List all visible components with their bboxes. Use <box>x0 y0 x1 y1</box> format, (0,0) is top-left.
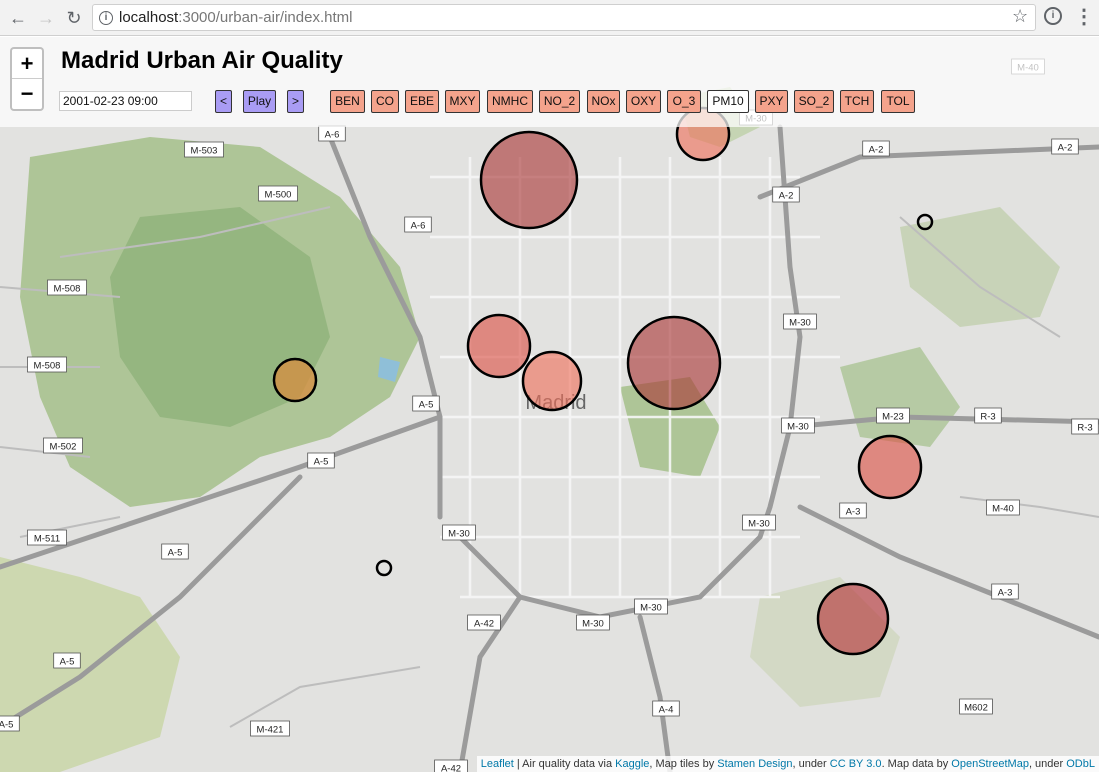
road-label: A-42 <box>441 764 461 772</box>
menu-kebab-icon[interactable]: ⋮ <box>1074 4 1094 29</box>
next-button[interactable]: > <box>287 90 304 113</box>
road-label: A-2 <box>1058 143 1073 154</box>
attribution-text: | Air quality data via <box>513 758 616 770</box>
road-label: M-502 <box>50 442 77 453</box>
browser-toolbar: ← → ↻ i localhost:3000/urban-air/index.h… <box>0 0 1099 36</box>
attribution-text: , under <box>792 758 830 770</box>
road-label: A-5 <box>419 400 434 411</box>
extension-icon[interactable]: i <box>1044 7 1062 25</box>
road-label: M-508 <box>54 284 81 295</box>
attribution-text: , under <box>1028 758 1067 770</box>
pollutant-button-oxy[interactable]: OXY <box>626 90 661 113</box>
pollutant-button-ebe[interactable]: EBE <box>405 90 439 113</box>
road-label: M-508 <box>34 361 61 372</box>
road-label: M-40 <box>992 504 1014 515</box>
road-label: A-42 <box>474 619 494 630</box>
road-label: A-5 <box>168 548 183 559</box>
pollutant-button-no2[interactable]: NO_2 <box>539 90 580 113</box>
road-label: M-30 <box>789 318 811 329</box>
station-circle[interactable] <box>479 130 579 230</box>
road-label: A-2 <box>779 191 794 202</box>
pollutant-button-tol[interactable]: TOL <box>881 90 915 113</box>
stamen-link[interactable]: Stamen Design <box>717 758 792 770</box>
leaflet-link[interactable]: Leaflet <box>481 758 514 770</box>
map-attribution: Leaflet | Air quality data via Kaggle, M… <box>476 756 1099 772</box>
url-host: localhost <box>119 9 179 26</box>
road-label: M-511 <box>34 534 60 545</box>
play-button[interactable]: Play <box>243 90 276 113</box>
kaggle-link[interactable]: Kaggle <box>615 758 649 770</box>
attribution-text: , Map tiles by <box>649 758 718 770</box>
road-label: M-30 <box>787 422 809 433</box>
pollutant-button-co[interactable]: CO <box>371 90 399 113</box>
station-circle[interactable] <box>816 582 890 656</box>
station-circle[interactable] <box>272 357 318 403</box>
map-view[interactable]: Madrid M-40A-6M-503M-30A-2A-2M-500A-2A-6… <box>0 37 1099 772</box>
road-label: M-30 <box>448 529 470 540</box>
road-label: R-3 <box>1077 423 1092 434</box>
bookmark-star-icon[interactable]: ☆ <box>1012 6 1028 27</box>
address-bar[interactable]: i localhost:3000/urban-air/index.html <box>92 4 1036 31</box>
station-circle[interactable] <box>521 350 583 412</box>
attribution-text: . Map data by <box>881 758 952 770</box>
odbl-link[interactable]: ODbL <box>1066 758 1095 770</box>
road-label: A-6 <box>325 130 340 141</box>
road-label: A-2 <box>869 145 884 156</box>
road-label: M-23 <box>882 412 904 423</box>
road-label: M-500 <box>265 190 292 201</box>
site-info-icon[interactable]: i <box>99 11 113 25</box>
pollutant-button-ben[interactable]: BEN <box>330 90 365 113</box>
back-arrow-icon[interactable]: ← <box>6 6 30 30</box>
pollutant-button-nmhc[interactable]: NMHC <box>487 90 533 113</box>
pollutant-button-nox[interactable]: NOx <box>587 90 620 113</box>
pollutant-button-mxy[interactable]: MXY <box>445 90 480 113</box>
road-label: M-30 <box>748 519 770 530</box>
road-label: A-5 <box>60 657 75 668</box>
road-label: M602 <box>964 703 988 714</box>
road-label: A-3 <box>846 507 861 518</box>
zoom-out-button[interactable]: − <box>12 79 42 109</box>
forward-arrow-icon[interactable]: → <box>34 6 58 30</box>
pollutant-button-pm10[interactable]: PM10 <box>707 90 749 113</box>
osm-link[interactable]: OpenStreetMap <box>951 758 1029 770</box>
reload-icon[interactable]: ↻ <box>62 6 86 30</box>
pollutant-button-pxy[interactable]: PXY <box>755 90 788 113</box>
datetime-input[interactable] <box>59 91 192 111</box>
ccby-link[interactable]: CC BY 3.0 <box>830 758 882 770</box>
station-circle[interactable] <box>857 434 923 500</box>
road-label: M-30 <box>640 603 662 614</box>
station-circle[interactable] <box>466 313 532 379</box>
zoom-control: + − <box>10 47 44 111</box>
map-tiles: Madrid M-40A-6M-503M-30A-2A-2M-500A-2A-6… <box>0 37 1099 772</box>
road-label: A-5 <box>314 457 329 468</box>
pollutant-button-tch[interactable]: TCH <box>840 90 874 113</box>
pollutant-button-o3[interactable]: O_3 <box>667 90 701 113</box>
url-path: :3000/urban-air/index.html <box>178 9 353 26</box>
pollutant-button-so2[interactable]: SO_2 <box>794 90 834 113</box>
road-label: M-421 <box>257 725 284 736</box>
zoom-in-button[interactable]: + <box>12 49 42 79</box>
road-label: A-4 <box>659 705 674 716</box>
road-label: A-6 <box>411 221 426 232</box>
station-circle[interactable] <box>626 315 722 411</box>
road-label: M-30 <box>582 619 604 630</box>
road-label: M-503 <box>191 146 218 157</box>
road-label: R-3 <box>980 412 995 423</box>
page-title: Madrid Urban Air Quality <box>61 47 343 74</box>
road-label: A-5 <box>0 720 13 731</box>
prev-button[interactable]: < <box>215 90 232 113</box>
road-label: A-3 <box>998 588 1013 599</box>
